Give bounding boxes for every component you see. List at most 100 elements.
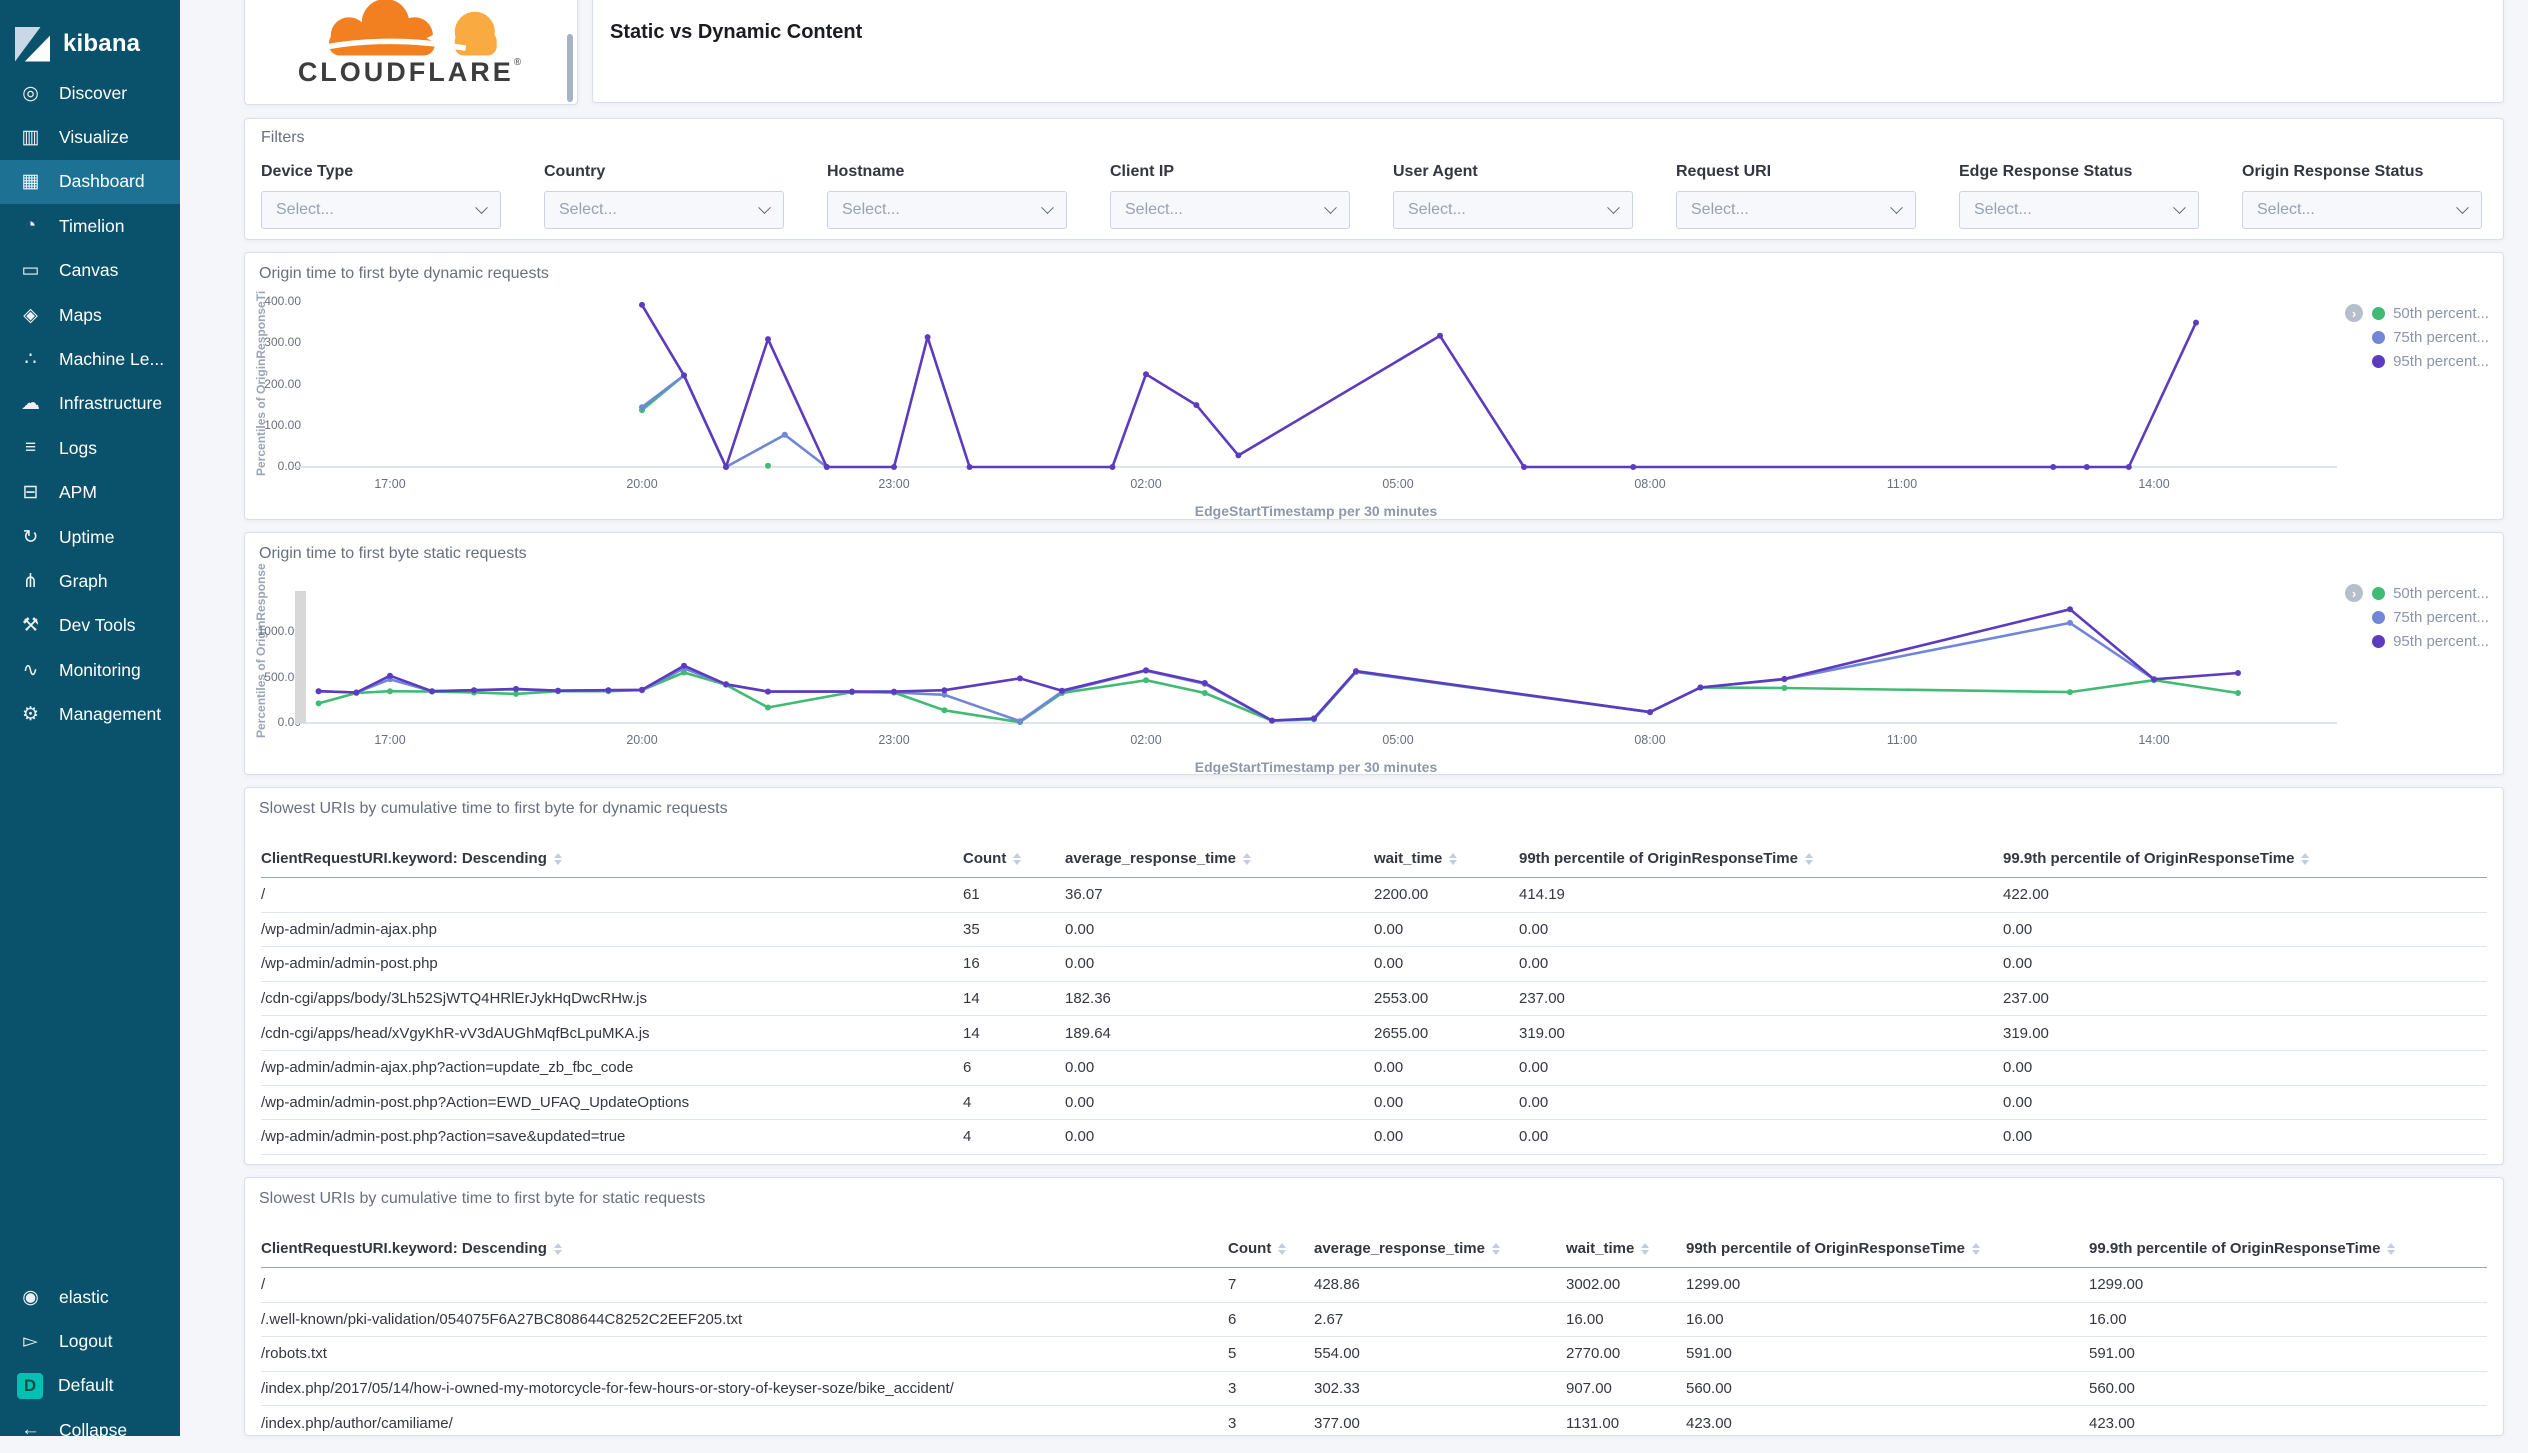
sidebar-item-label: Machine Le... <box>59 349 165 370</box>
sidebar-item-logs[interactable]: ≡ Logs <box>0 426 180 470</box>
column-header-count[interactable]: Count <box>1228 1240 1314 1257</box>
value-cell: 0.00 <box>1519 1059 1549 1077</box>
sidebar-item-machine-learning[interactable]: ∴ Machine Le... <box>0 337 180 381</box>
filter-select-request-uri[interactable]: Select... <box>1676 191 1916 229</box>
plot-area <box>295 301 2337 470</box>
value-cell: 0.00 <box>1374 955 1404 973</box>
data-point <box>2050 464 2057 470</box>
value-cell: 189.64 <box>1065 1024 1111 1042</box>
data-point <box>1647 709 1653 716</box>
kibana-logo-text: kibana <box>63 30 141 57</box>
filter-client-ip: Client IP Select... <box>1110 163 1350 229</box>
legend-expand-icon[interactable]: › <box>2345 304 2364 322</box>
legend-item-75th-percent[interactable]: 75th percent... <box>2372 609 2489 626</box>
data-point <box>1017 718 1023 725</box>
sidebar-item-label: Uptime <box>59 526 115 547</box>
50th-percent-legend-dot <box>2372 307 2386 320</box>
column-header-average-response-time[interactable]: average_response_time <box>1314 1240 1566 1257</box>
column-header-99-9th-percentile-of-originresponsetime[interactable]: 99.9th percentile of OriginResponseTime <box>2003 850 2487 867</box>
sidebar-item-label: Visualize <box>59 127 129 148</box>
value-cell: 1131.00 <box>1566 1414 1620 1432</box>
value-cell: 414.19 <box>1519 886 1565 904</box>
filter-select-device-type[interactable]: Select... <box>261 191 501 229</box>
filter-device-type: Device Type Select... <box>261 163 501 229</box>
value-cell: 0.00 <box>1374 1163 1519 1164</box>
x-tick-label: 17:00 <box>374 477 406 491</box>
filter-select-country[interactable]: Select... <box>544 191 784 229</box>
legend-item-75th-percent[interactable]: 75th percent... <box>2372 329 2489 346</box>
legend: › 50th percent... 75th percent... 95th perc… <box>2345 304 2489 370</box>
value-cell: 591.00 <box>2089 1345 2135 1363</box>
uri-cell: / <box>261 886 266 904</box>
sidebar-item-uptime[interactable]: ↻ Uptime <box>0 515 180 559</box>
filter-select-edge-response-status[interactable]: Select... <box>1959 191 2199 229</box>
uri-cell: /wp-admin/admin-post.php?action=... <box>261 1163 963 1164</box>
sidebar-item-dashboard[interactable]: ▦ Dashboard <box>0 159 180 205</box>
sidebar-item-dev-tools[interactable]: ⚒ Dev Tools <box>0 604 180 648</box>
legend-label: 75th percent... <box>2393 609 2489 626</box>
select-placeholder: Select... <box>559 201 617 218</box>
filter-select-hostname[interactable]: Select... <box>827 191 1067 229</box>
column-header-count[interactable]: Count <box>963 850 1065 867</box>
filter-select-user-agent[interactable]: Select... <box>1393 191 1633 229</box>
dashboard-title-panel: Static vs Dynamic Content <box>592 0 2504 103</box>
sidebar-item-visualize[interactable]: ▥ Visualize <box>0 115 180 159</box>
legend-item-95th-percent[interactable]: 95th percent... <box>2372 633 2489 650</box>
data-point <box>1630 464 1637 470</box>
column-header-99th-percentile-of-originresponsetime[interactable]: 99th percentile of OriginResponseTime <box>1519 850 2003 867</box>
sidebar-item-graph[interactable]: ⋔ Graph <box>0 559 180 603</box>
sidebar-item-infrastructure[interactable]: ☁ Infrastructure <box>0 382 180 426</box>
filter-select-client-ip[interactable]: Select... <box>1110 191 1350 229</box>
sort-icon <box>1278 1242 1287 1255</box>
data-point <box>1697 684 1704 691</box>
legend-label: 50th percent... <box>2393 305 2489 322</box>
value-cell: 3002.00 <box>1566 1276 1621 1294</box>
panel-scrollbar[interactable] <box>567 34 573 102</box>
column-header-average-response-time[interactable]: average_response_time <box>1065 850 1374 867</box>
data-point <box>471 687 477 694</box>
sidebar-item-label: APM <box>59 482 97 503</box>
sidebar-item-maps[interactable]: ◈ Maps <box>0 293 180 337</box>
data-point <box>2067 689 2073 696</box>
chevron-down-icon <box>1041 200 1054 214</box>
sidebar-item-canvas[interactable]: ▭ Canvas <box>0 249 180 293</box>
sidebar-item-elastic[interactable]: ◉ elastic <box>0 1275 180 1319</box>
x-tick-label: 02:00 <box>1130 733 1162 747</box>
sidebar-item-timelion[interactable]: ◔ Timelion <box>0 204 180 248</box>
sidebar-item-discover[interactable]: ◎ Discover <box>0 71 180 115</box>
value-cell: 0.00 <box>1519 920 1549 938</box>
sidebar-item-management[interactable]: ⚙ Management <box>0 692 180 736</box>
filter-label: Device Type <box>261 163 354 180</box>
chevron-down-icon <box>758 200 771 214</box>
column-header-wait-time[interactable]: wait_time <box>1374 850 1519 867</box>
sidebar-item-collapse[interactable]: ← Collapse <box>0 1408 180 1452</box>
table-title: Slowest URIs by cumulative time to first… <box>259 1190 706 1207</box>
value-cell: 5 <box>1228 1345 1237 1363</box>
kibana-logo[interactable]: kibana <box>0 0 180 71</box>
legend-item-50th-percent[interactable]: 50th percent... <box>2372 305 2489 322</box>
table-row: /wp-admin/admin-ajax.php?action=update_z… <box>261 1051 2487 1086</box>
sort-desc-icon <box>553 859 562 865</box>
sidebar-item-monitoring[interactable]: ∿ Monitoring <box>0 648 180 692</box>
column-header-99th-percentile-of-originresponsetime[interactable]: 99th percentile of OriginResponseTime <box>1686 1240 2089 1257</box>
column-header-wait-time[interactable]: wait_time <box>1566 1240 1686 1257</box>
sort-desc-icon <box>1491 1249 1500 1255</box>
sidebar-item-label: Default <box>58 1375 114 1396</box>
value-cell: 907.00 <box>1566 1380 1612 1398</box>
graph-nodes-icon: ⋔ <box>22 570 39 592</box>
value-cell: 377.00 <box>1314 1414 1360 1432</box>
sidebar-item-logout[interactable]: ▻ Logout <box>0 1319 180 1363</box>
column-header-clientrequesturi-keyword-descending[interactable]: ClientRequestURI.keyword: Descending <box>261 1240 1228 1257</box>
column-header-99-9th-percentile-of-originresponsetime[interactable]: 99.9th percentile of OriginResponseTime <box>2089 1240 2487 1257</box>
sidebar-item-label: Dev Tools <box>59 615 136 636</box>
sidebar-item-default-space[interactable]: D Default <box>0 1364 180 1408</box>
value-cell: 16 <box>963 955 980 973</box>
filter-select-origin-response-status[interactable]: Select... <box>2242 191 2482 229</box>
legend-item-95th-percent[interactable]: 95th percent... <box>2372 353 2489 370</box>
value-cell: 0.00 <box>1065 1093 1095 1111</box>
legend-item-50th-percent[interactable]: 50th percent... <box>2372 585 2489 602</box>
data-point <box>387 688 393 695</box>
column-header-clientrequesturi-keyword-descending[interactable]: ClientRequestURI.keyword: Descending <box>261 850 963 867</box>
sidebar-item-apm[interactable]: ⊟ APM <box>0 471 180 515</box>
legend-expand-icon[interactable]: › <box>2345 584 2364 602</box>
